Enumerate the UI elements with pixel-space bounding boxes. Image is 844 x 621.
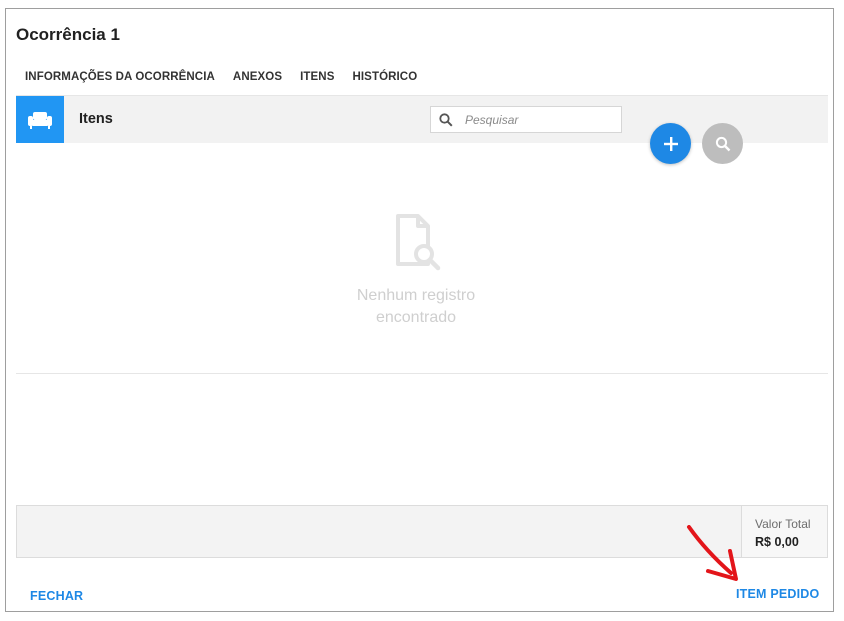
empty-state-text: Nenhum registro encontrado bbox=[316, 285, 516, 329]
occurrence-dialog: Ocorrência 1 INFORMAÇÕES DA OCORRÊNCIA A… bbox=[5, 8, 834, 612]
close-button[interactable]: FECHAR bbox=[30, 589, 83, 603]
search-items-button[interactable] bbox=[702, 123, 743, 164]
tab-bar: INFORMAÇÕES DA OCORRÊNCIA ANEXOS ITENS H… bbox=[16, 67, 426, 97]
plus-icon bbox=[663, 136, 678, 151]
search-input[interactable] bbox=[465, 110, 615, 129]
list-divider bbox=[16, 373, 828, 374]
tab-historico[interactable]: HISTÓRICO bbox=[343, 67, 426, 95]
items-search-field[interactable] bbox=[430, 106, 622, 133]
items-section-label: Itens bbox=[79, 111, 113, 127]
total-label: Valor Total bbox=[755, 517, 811, 531]
search-icon bbox=[715, 136, 730, 151]
search-icon bbox=[439, 113, 453, 132]
dialog-title: Ocorrência 1 bbox=[16, 25, 120, 44]
total-value: R$ 0,00 bbox=[755, 535, 799, 549]
items-icon-box bbox=[16, 96, 64, 143]
tab-anexos[interactable]: ANEXOS bbox=[224, 67, 291, 95]
empty-state: Nenhum registro encontrado bbox=[316, 212, 516, 329]
empty-state-line-2: encontrado bbox=[375, 309, 457, 326]
total-cell: Valor Total R$ 0,00 bbox=[741, 506, 827, 557]
tab-itens[interactable]: ITENS bbox=[291, 67, 344, 97]
empty-state-line-1: Nenhum registro bbox=[356, 287, 476, 304]
document-search-icon bbox=[396, 214, 441, 271]
sofa-icon bbox=[28, 111, 52, 129]
tab-informacoes[interactable]: INFORMAÇÕES DA OCORRÊNCIA bbox=[16, 67, 224, 95]
annotation-arrow-icon bbox=[687, 525, 738, 581]
item-pedido-button[interactable]: ITEM PEDIDO bbox=[736, 587, 819, 601]
add-item-button[interactable] bbox=[650, 123, 691, 164]
